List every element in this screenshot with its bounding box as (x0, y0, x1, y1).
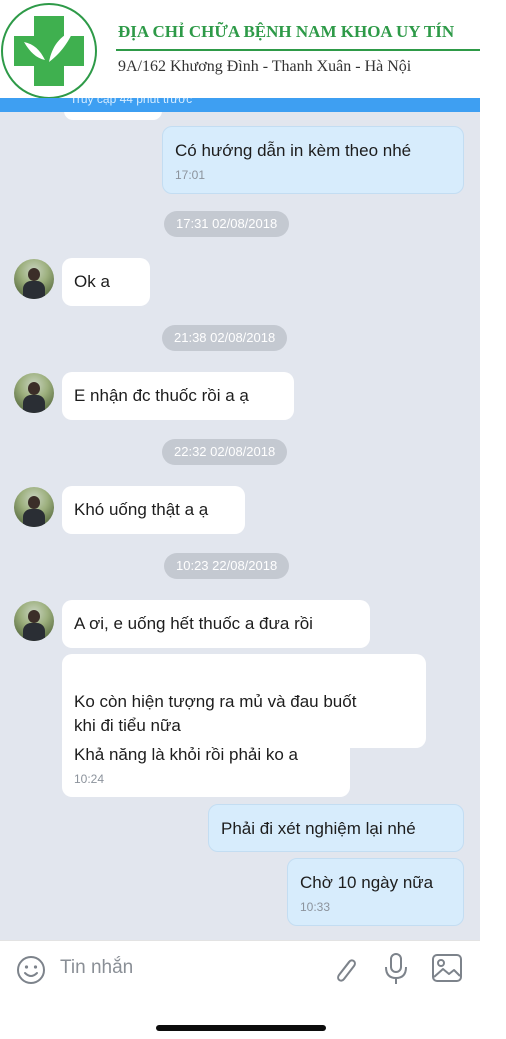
clinic-banner: ĐỊA CHỈ CHỮA BỆNH NAM KHOA UY TÍN 9A/162… (0, 0, 480, 100)
date-separator: 21:38 02/08/2018 (162, 325, 288, 351)
avatar[interactable] (14, 487, 54, 527)
microphone-icon[interactable] (383, 952, 409, 986)
message-incoming[interactable]: E nhận đc thuốc rồi a ạ (62, 372, 294, 420)
message-incoming[interactable]: Ok a (62, 258, 150, 306)
message-list[interactable]: Có hướng dẫn in kèm theo nhé 17:01 17:31… (0, 112, 480, 940)
message-outgoing[interactable]: Chờ 10 ngày nữa 10:33 (287, 858, 464, 926)
message-incoming[interactable]: Khó uống thật a ạ (62, 486, 245, 534)
home-indicator (156, 1025, 326, 1031)
message-time: 10:24 (74, 772, 105, 786)
message-text: E nhận đc thuốc rồi a ạ (74, 386, 249, 405)
avatar[interactable] (14, 601, 54, 641)
message-text: Phải đi xét nghiệm lại nhé (221, 819, 416, 838)
date-separator: 10:23 22/08/2018 (164, 553, 290, 579)
message-text: A ơi, e uống hết thuốc a đưa rồi (74, 614, 313, 633)
clinic-address: 9A/162 Khương Đình - Thanh Xuân - Hà Nội (118, 58, 412, 75)
message-time: 17:01 (175, 168, 206, 182)
medical-cross-logo-icon (1, 3, 97, 99)
header-divider (116, 49, 480, 51)
message-text: Khả năng là khỏi rồi phải ko a (74, 745, 298, 764)
chat-header-strip: Truy cập 44 phút trước (0, 98, 480, 112)
last-seen-status: Truy cập 44 phút trước (70, 98, 193, 106)
previous-message-bubble (64, 112, 162, 120)
image-icon[interactable] (431, 953, 463, 983)
avatar[interactable] (14, 259, 54, 299)
message-text: Khó uống thật a ạ (74, 500, 209, 519)
message-outgoing[interactable]: Phải đi xét nghiệm lại nhé (208, 804, 464, 852)
message-outgoing[interactable]: Có hướng dẫn in kèm theo nhé 17:01 (162, 126, 464, 194)
date-separator: 17:31 02/08/2018 (164, 211, 290, 237)
message-text: Có hướng dẫn in kèm theo nhé (175, 141, 412, 160)
message-input[interactable]: Tin nhắn (60, 957, 133, 979)
message-composer: Tin nhắn (0, 940, 480, 1039)
message-time: 10:33 (300, 900, 331, 914)
date-separator: 22:32 02/08/2018 (162, 439, 288, 465)
message-incoming[interactable]: Khả năng là khỏi rồi phải ko a 10:24 (62, 731, 350, 797)
emoji-icon[interactable] (16, 955, 46, 985)
avatar[interactable] (14, 373, 54, 413)
message-text: Ko còn hiện tượng ra mủ và đau buốt khi … (74, 692, 357, 735)
message-incoming[interactable]: A ơi, e uống hết thuốc a đưa rồi (62, 600, 370, 648)
message-text: Ok a (74, 272, 110, 291)
message-text: Chờ 10 ngày nữa (300, 873, 434, 892)
clinic-name: ĐỊA CHỈ CHỮA BỆNH NAM KHOA UY TÍN (118, 22, 455, 41)
attachment-icon[interactable] (330, 953, 360, 987)
chat-screen: ĐỊA CHỈ CHỮA BỆNH NAM KHOA UY TÍN 9A/162… (0, 0, 480, 1039)
